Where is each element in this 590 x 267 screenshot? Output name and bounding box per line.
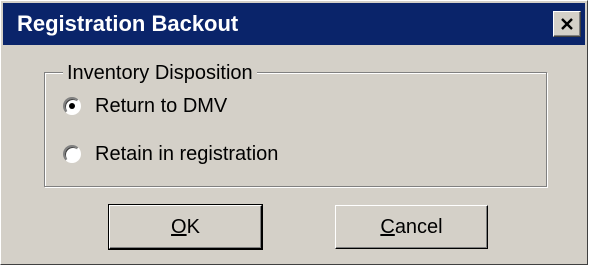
radio-selected-dot (69, 103, 75, 109)
ok-button[interactable]: OK (108, 204, 263, 250)
close-icon (561, 18, 573, 30)
inventory-disposition-group (44, 72, 547, 187)
close-button[interactable] (553, 11, 581, 37)
registration-backout-dialog: Registration Backout Inventory Dispositi… (0, 0, 588, 265)
return-to-dmv-option[interactable]: Return to DMV (63, 93, 227, 119)
cancel-accelerator: C (380, 215, 395, 238)
ok-label-rest: K (186, 215, 200, 238)
cancel-label-rest: ancel (394, 215, 443, 238)
inventory-disposition-legend: Inventory Disposition (63, 61, 257, 85)
retain-in-registration-radio[interactable] (63, 145, 81, 163)
dialog-title: Registration Backout (17, 11, 239, 36)
cancel-button[interactable]: Cancel (335, 205, 488, 249)
return-to-dmv-radio[interactable] (63, 97, 81, 115)
retain-in-registration-label[interactable]: Retain in registration (95, 143, 278, 166)
retain-in-registration-option[interactable]: Retain in registration (63, 141, 278, 167)
ok-accelerator: O (171, 215, 187, 238)
title-bar[interactable]: Registration Backout (3, 3, 585, 45)
return-to-dmv-label[interactable]: Return to DMV (95, 95, 227, 118)
